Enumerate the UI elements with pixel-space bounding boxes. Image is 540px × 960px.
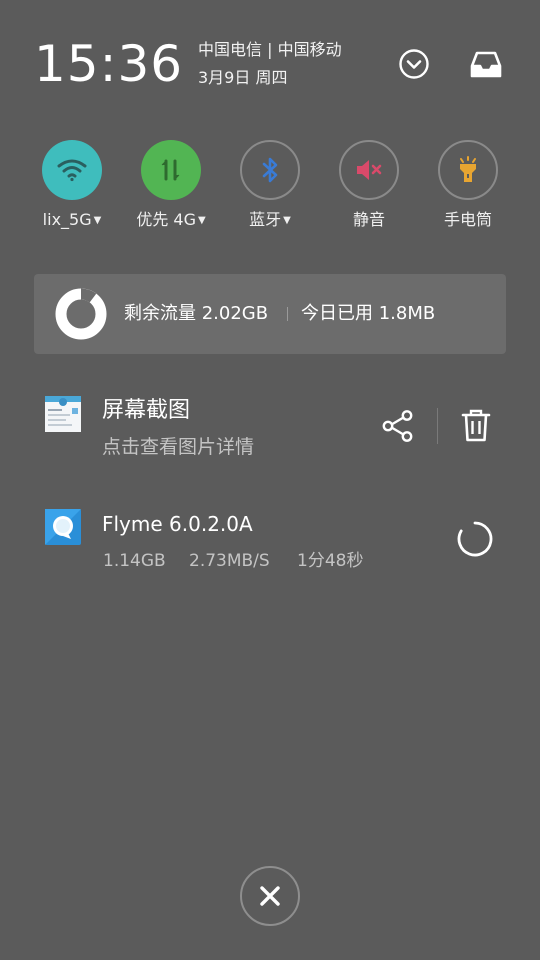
mobile-data-toggle-circle[interactable] <box>141 140 201 200</box>
flashlight-toggle-circle[interactable] <box>438 140 498 200</box>
toggle-wifi[interactable]: lix_5G ▼ <box>22 140 122 240</box>
delete-button[interactable] <box>456 406 496 446</box>
share-icon <box>382 410 413 442</box>
carrier-names: 中国电信 | 中国移动 <box>198 40 342 59</box>
screenshot-thumbnail <box>45 396 81 432</box>
bluetooth-toggle-circle[interactable] <box>240 140 300 200</box>
data-usage-card[interactable]: 剩余流量 2.02GB 今日已用 1.8MB <box>34 274 506 354</box>
bluetooth-toggle-label: 蓝牙 ▼ <box>249 210 291 229</box>
data-usage-ring-icon <box>55 288 107 340</box>
download-title[interactable]: Flyme 6.0.2.0A <box>102 510 253 538</box>
toggle-mute[interactable]: 静音 <box>319 140 419 240</box>
chevron-down-circle-icon <box>399 49 429 79</box>
caret-down-icon: ▼ <box>283 215 291 226</box>
wifi-toggle-circle[interactable] <box>42 140 102 200</box>
wifi-toggle-label: lix_5G ▼ <box>42 210 102 229</box>
data-used-today-label: 今日已用 1.8MB <box>301 303 436 324</box>
screenshot-notification-subtitle[interactable]: 点击查看图片详情 <box>102 434 254 460</box>
expand-button[interactable] <box>394 44 434 84</box>
data-remaining-label: 剩余流量 2.02GB <box>124 303 269 324</box>
download-progress-spinner[interactable] <box>456 520 494 558</box>
action-divider <box>437 408 438 444</box>
bluetooth-icon <box>262 157 278 183</box>
screenshot-notification-title[interactable]: 屏幕截图 <box>102 396 190 426</box>
toggle-flashlight[interactable]: 手电筒 <box>418 140 518 240</box>
inbox-icon <box>470 51 502 78</box>
caret-down-icon: ▼ <box>197 215 206 226</box>
mobile-data-icon <box>161 159 180 181</box>
mobile-data-toggle-label: 优先 4G ▼ <box>136 210 206 229</box>
mute-toggle-label: 静音 <box>352 210 385 229</box>
flyme-app-icon <box>45 509 81 545</box>
flashlight-toggle-label: 手电筒 <box>443 210 492 229</box>
share-button[interactable] <box>378 406 418 446</box>
toggle-bluetooth[interactable]: 蓝牙 ▼ <box>220 140 320 240</box>
date-label: 3月9日 周四 <box>198 68 288 87</box>
mute-icon <box>357 160 382 180</box>
caret-down-icon: ▼ <box>93 215 102 226</box>
notification-inbox-button[interactable] <box>466 44 506 84</box>
mute-toggle-circle[interactable] <box>339 140 399 200</box>
download-speed: 2.73MB/S <box>189 551 270 571</box>
close-icon <box>260 886 280 906</box>
clear-all-button[interactable] <box>240 866 300 926</box>
trash-icon <box>461 409 491 442</box>
clock-time: 15:36 <box>34 35 184 93</box>
loading-spinner-icon <box>457 521 493 557</box>
wifi-icon <box>57 159 87 182</box>
download-size: 1.14GB <box>103 551 166 571</box>
toggle-mobile-data[interactable]: 优先 4G ▼ <box>121 140 221 240</box>
download-time-remaining: 1分48秒 <box>297 551 364 571</box>
data-usage-divider <box>287 307 288 321</box>
flashlight-icon <box>460 156 476 182</box>
